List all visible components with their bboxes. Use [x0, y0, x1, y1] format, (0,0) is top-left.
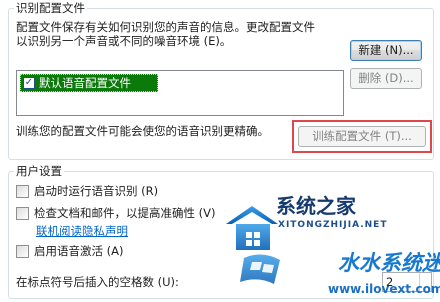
review-documents-label: 检查文档和邮件，以提高准确性 (V): [34, 206, 216, 220]
voice-activation-label: 启用语音激活 (A): [34, 244, 124, 258]
spaces-label: 在标点符号后插入的空格数 (U):: [16, 275, 179, 289]
profile-checkbox[interactable]: ✓: [23, 77, 35, 89]
watermark-site-url: www.ilovext.com: [328, 282, 440, 296]
watermark-brand-pinyin: XITONGZHIJIA.NET: [278, 220, 388, 230]
voice-activation-checkbox[interactable]: [16, 245, 29, 258]
train-profile-button[interactable]: 训练配置文件 (T)...: [298, 126, 426, 147]
review-documents-checkbox[interactable]: [16, 207, 29, 220]
run-at-startup-checkbox[interactable]: [16, 185, 29, 198]
profiles-listbox[interactable]: ✓ 默认语音配置文件: [16, 70, 344, 116]
profiles-group-title: 识别配置文件: [14, 1, 87, 15]
profile-item-default[interactable]: ✓ 默认语音配置文件: [20, 74, 158, 92]
profiles-description-line1: 配置文件保存有关如何识别您的声音的信息。更改配置文件: [16, 20, 315, 34]
run-at-startup-label: 启动时运行语音识别 (R): [34, 184, 159, 198]
training-hint: 训练您的配置文件可能会使您的语音识别更精确。: [16, 124, 269, 138]
watermark-brand-cn: 系统之家: [276, 194, 356, 218]
delete-profile-button[interactable]: 删除 (D)...: [350, 68, 422, 89]
profiles-description-line2: 以识别另一个声音或不同的噪音环境 (E)。: [16, 34, 232, 48]
new-profile-button[interactable]: 新建 (N)...: [350, 40, 422, 61]
privacy-statement-link[interactable]: 联机阅读隐私声明: [36, 224, 128, 238]
profile-item-label: 默认语音配置文件: [39, 76, 131, 90]
watermark-site-cn: 水水系统迷: [338, 251, 440, 275]
watermark: 系统之家 XITONGZHIJIA.NET 水水系统迷 www.ilovext.…: [222, 188, 440, 302]
user-settings-title: 用户设置: [14, 164, 64, 178]
